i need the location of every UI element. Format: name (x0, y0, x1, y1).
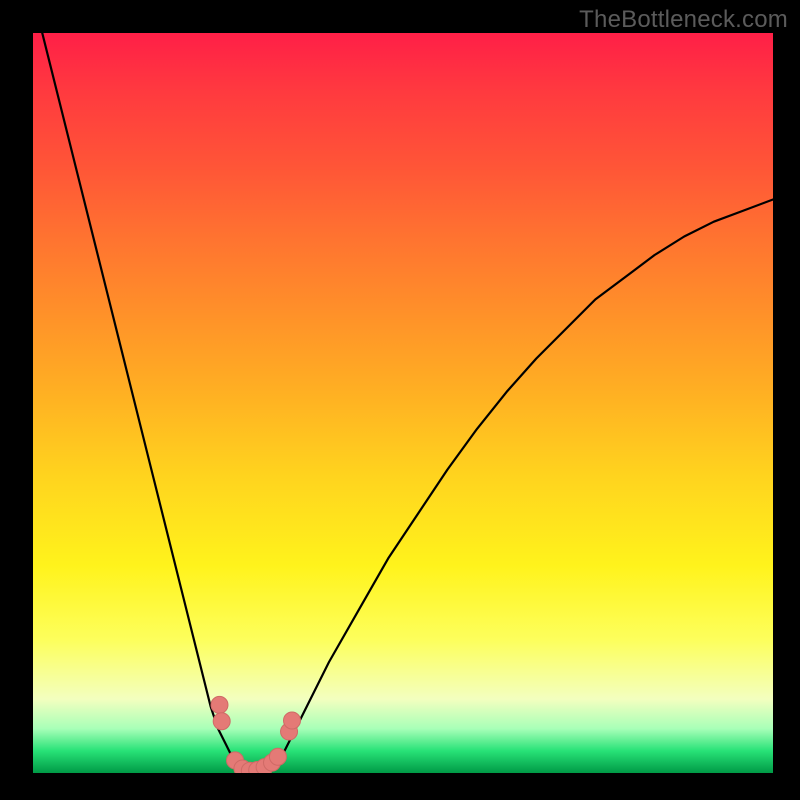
bottleneck-markers (211, 696, 301, 773)
data-marker (284, 712, 301, 729)
data-marker (213, 713, 230, 730)
data-marker (269, 748, 286, 765)
bottleneck-chart (33, 33, 773, 773)
chart-plot-area (33, 33, 773, 773)
watermark-text: TheBottleneck.com (579, 6, 788, 34)
data-marker (211, 696, 228, 713)
bottleneck-curve (33, 33, 773, 771)
chart-frame: TheBottleneck.com (0, 0, 800, 800)
